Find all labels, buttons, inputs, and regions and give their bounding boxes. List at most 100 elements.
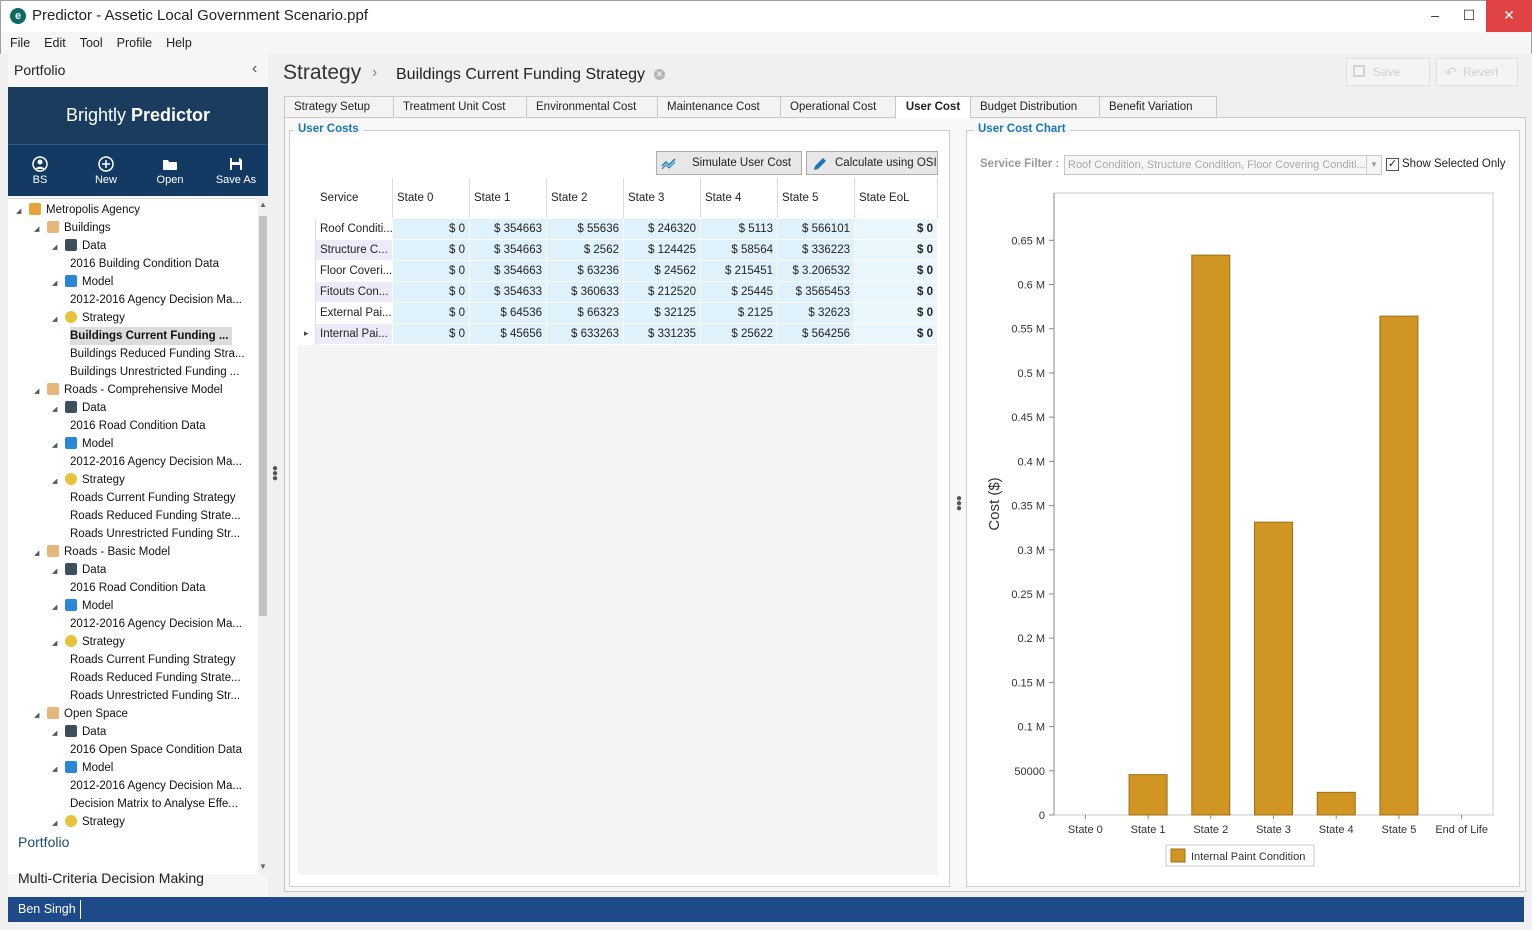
column-header[interactable]: State EoL xyxy=(855,178,938,218)
cost-cell[interactable]: $ 0 xyxy=(393,219,470,240)
maximize-button[interactable]: ☐ xyxy=(1452,0,1486,32)
expand-toggle-icon[interactable]: ◢ xyxy=(52,815,62,833)
service-name-cell[interactable]: External Pai... xyxy=(316,303,393,324)
service-name-cell[interactable]: Internal Pai... xyxy=(316,324,393,345)
cost-cell[interactable]: $ 2125 xyxy=(701,303,778,324)
cost-cell[interactable]: $ 2562 xyxy=(547,240,624,261)
cost-cell[interactable]: $ 5113 xyxy=(701,219,778,240)
cost-cell[interactable]: $ 0 xyxy=(393,324,470,345)
cost-cell[interactable]: $ 58564 xyxy=(701,240,778,261)
cost-cell[interactable]: $ 354663 xyxy=(470,240,547,261)
menu-tool[interactable]: Tool xyxy=(75,32,108,50)
tree-node[interactable]: ◢ Data xyxy=(52,237,106,255)
cost-cell[interactable]: $ 336223 xyxy=(778,240,855,261)
tree-node[interactable]: Roads Reduced Funding Strate... xyxy=(70,669,241,687)
column-header[interactable]: State 1 xyxy=(470,178,547,218)
cost-cell[interactable]: $ 212520 xyxy=(624,282,701,303)
column-header[interactable]: State 2 xyxy=(547,178,624,218)
column-header[interactable]: Service Name xyxy=(316,178,393,244)
tree-node[interactable]: Roads Unrestricted Funding Str... xyxy=(70,687,240,705)
expand-toggle-icon[interactable]: ◢ xyxy=(52,599,62,617)
tree-node[interactable]: Roads Current Funding Strategy xyxy=(70,651,236,669)
tree-node[interactable]: 2012-2016 Agency Decision Ma... xyxy=(70,615,242,633)
user-button[interactable]: BS xyxy=(10,145,70,197)
tree-node[interactable]: ◢ Data xyxy=(52,723,106,741)
cost-cell[interactable]: $ 246320 xyxy=(624,219,701,240)
sidebar-splitter[interactable]: ● ● ● xyxy=(272,464,278,484)
column-header[interactable]: State 3 xyxy=(624,178,701,218)
cost-cell[interactable]: $ 0 xyxy=(393,303,470,324)
menu-edit[interactable]: Edit xyxy=(39,32,71,50)
expand-toggle-icon[interactable]: ◢ xyxy=(52,725,62,743)
cost-cell[interactable]: $ 32623 xyxy=(778,303,855,324)
new-button[interactable]: New xyxy=(76,145,136,197)
cost-cell[interactable]: $ 3.206532 xyxy=(778,261,855,282)
scroll-up-icon[interactable]: ▲ xyxy=(259,200,267,209)
column-header[interactable]: State 5 xyxy=(778,178,855,218)
cost-cell[interactable]: $ 63236 xyxy=(547,261,624,282)
cost-cell[interactable]: $ 0 xyxy=(855,303,938,324)
column-header[interactable]: State 0 xyxy=(393,178,470,218)
revert-button[interactable]: ↶ Revert xyxy=(1436,58,1518,86)
menu-help[interactable]: Help xyxy=(161,32,197,50)
scroll-down-icon[interactable]: ▼ xyxy=(259,862,267,871)
tree-node[interactable]: ◢ Data xyxy=(52,399,106,417)
cost-cell[interactable]: $ 66323 xyxy=(547,303,624,324)
service-name-cell[interactable]: Roof Conditi... xyxy=(316,219,393,240)
cost-cell[interactable]: $ 564256 xyxy=(778,324,855,345)
cost-cell[interactable]: $ 566101 xyxy=(778,219,855,240)
cost-cell[interactable]: $ 64536 xyxy=(470,303,547,324)
tree-node[interactable]: ◢ Model xyxy=(52,759,113,777)
menu-file[interactable]: File xyxy=(5,32,35,50)
tree-node[interactable]: ◢ Buildings xyxy=(34,219,111,237)
cost-cell[interactable]: $ 25445 xyxy=(701,282,778,303)
show-selected-checkbox[interactable]: ✓ xyxy=(1386,158,1399,171)
cost-cell[interactable]: $ 55636 xyxy=(547,219,624,240)
portfolio-tree[interactable]: ◢ Metropolis Agency ◢ Buildings ◢ Data 2016 Bu… xyxy=(8,198,258,874)
cost-cell[interactable]: $ 633263 xyxy=(547,324,624,345)
close-strategy-icon[interactable]: ✕ xyxy=(654,69,665,80)
cost-cell[interactable]: $ 0 xyxy=(855,240,938,261)
cost-cell[interactable]: $ 24562 xyxy=(624,261,701,282)
tree-node[interactable]: Buildings Current Funding ... xyxy=(70,327,233,345)
expand-toggle-icon[interactable]: ◢ xyxy=(34,545,44,563)
tree-node[interactable]: Buildings Unrestricted Funding ... xyxy=(70,363,239,381)
cost-cell[interactable]: $ 32125 xyxy=(624,303,701,324)
cost-cell[interactable]: $ 354663 xyxy=(470,261,547,282)
calculate-osi-button[interactable]: Calculate using OSI xyxy=(806,151,938,175)
tab-benefit-variation[interactable]: Benefit Variation xyxy=(1099,96,1217,118)
tree-node[interactable]: Buildings Reduced Funding Stra... xyxy=(70,345,245,363)
menu-profile[interactable]: Profile xyxy=(112,32,157,50)
tree-node[interactable]: ◢ Strategy xyxy=(52,309,125,327)
minimize-button[interactable]: – xyxy=(1418,0,1452,32)
column-header[interactable]: State 4 xyxy=(701,178,778,218)
tree-node[interactable]: 2016 Open Space Condition Data xyxy=(70,741,242,759)
expand-toggle-icon[interactable]: ◢ xyxy=(52,437,62,455)
cost-cell[interactable]: $ 3565453 xyxy=(778,282,855,303)
chevron-down-icon[interactable]: ▼ xyxy=(1366,156,1381,174)
breadcrumb-root[interactable]: Strategy xyxy=(283,61,361,85)
cost-cell[interactable]: $ 0 xyxy=(855,219,938,240)
cost-cell[interactable]: $ 0 xyxy=(855,324,938,345)
tree-node[interactable]: Roads Reduced Funding Strate... xyxy=(70,507,241,525)
service-filter-select[interactable]: Roof Condition, Structure Condition, Flo… xyxy=(1064,155,1382,175)
tree-node[interactable]: ◢ Strategy xyxy=(52,813,125,831)
expand-toggle-icon[interactable]: ◢ xyxy=(52,275,62,293)
expand-toggle-icon[interactable]: ◢ xyxy=(34,221,44,239)
expand-toggle-icon[interactable]: ◢ xyxy=(34,383,44,401)
service-name-cell[interactable]: Floor Coveri... xyxy=(316,261,393,282)
cost-cell[interactable]: $ 0 xyxy=(855,261,938,282)
close-button[interactable]: ✕ xyxy=(1486,0,1532,32)
tree-node[interactable]: ◢ Strategy xyxy=(52,633,125,651)
expand-toggle-icon[interactable]: ◢ xyxy=(52,563,62,581)
service-name-cell[interactable]: Structure C... xyxy=(316,240,393,261)
collapse-sidebar-icon[interactable]: ‹ xyxy=(252,60,257,78)
expand-toggle-icon[interactable]: ◢ xyxy=(52,635,62,653)
expand-toggle-icon[interactable]: ◢ xyxy=(52,761,62,779)
tab-operational-cost[interactable]: Operational Cost xyxy=(780,96,896,118)
nav-multi-criteria[interactable]: Multi-Criteria Decision Making xyxy=(18,870,204,886)
cost-cell[interactable]: $ 354633 xyxy=(470,282,547,303)
cost-cell[interactable]: $ 331235 xyxy=(624,324,701,345)
expand-toggle-icon[interactable]: ◢ xyxy=(52,311,62,329)
cost-cell[interactable]: $ 360633 xyxy=(547,282,624,303)
